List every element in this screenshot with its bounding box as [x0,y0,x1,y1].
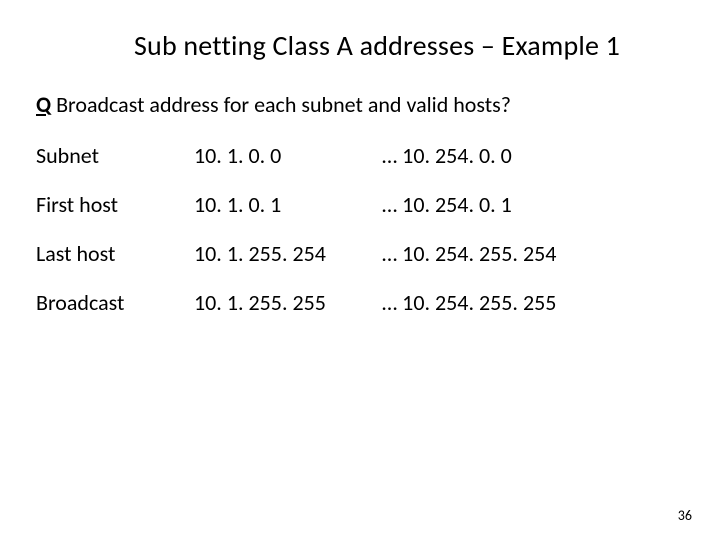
row-label: First host [36,191,194,240]
row-col-a: 10. 1. 0. 0 [194,142,382,191]
row-col-b: … 10. 254. 0. 1 [382,191,600,240]
table-row: Subnet 10. 1. 0. 0 … 10. 254. 0. 0 [36,142,600,191]
question-prefix: Q [36,91,51,118]
page-number: 36 [678,507,692,524]
table-row: First host 10. 1. 0. 1 … 10. 254. 0. 1 [36,191,600,240]
table-row: Broadcast 10. 1. 255. 255 … 10. 254. 255… [36,289,600,338]
row-col-a: 10. 1. 255. 254 [194,240,382,289]
table-row: Last host 10. 1. 255. 254 … 10. 254. 255… [36,240,600,289]
row-col-a: 10. 1. 255. 255 [194,289,382,338]
row-col-b: … 10. 254. 0. 0 [382,142,600,191]
subnet-table: Subnet 10. 1. 0. 0 … 10. 254. 0. 0 First… [36,142,600,338]
question-line: Q Broadcast address for each subnet and … [36,91,684,118]
row-col-a: 10. 1. 0. 1 [194,191,382,240]
row-label: Last host [36,240,194,289]
question-text: Broadcast address for each subnet and va… [51,91,511,118]
row-col-b: … 10. 254. 255. 254 [382,240,600,289]
slide-title: Sub netting Class A addresses – Example … [70,28,684,63]
row-col-b: … 10. 254. 255. 255 [382,289,600,338]
row-label: Broadcast [36,289,194,338]
slide: Sub netting Class A addresses – Example … [0,0,720,540]
row-label: Subnet [36,142,194,191]
